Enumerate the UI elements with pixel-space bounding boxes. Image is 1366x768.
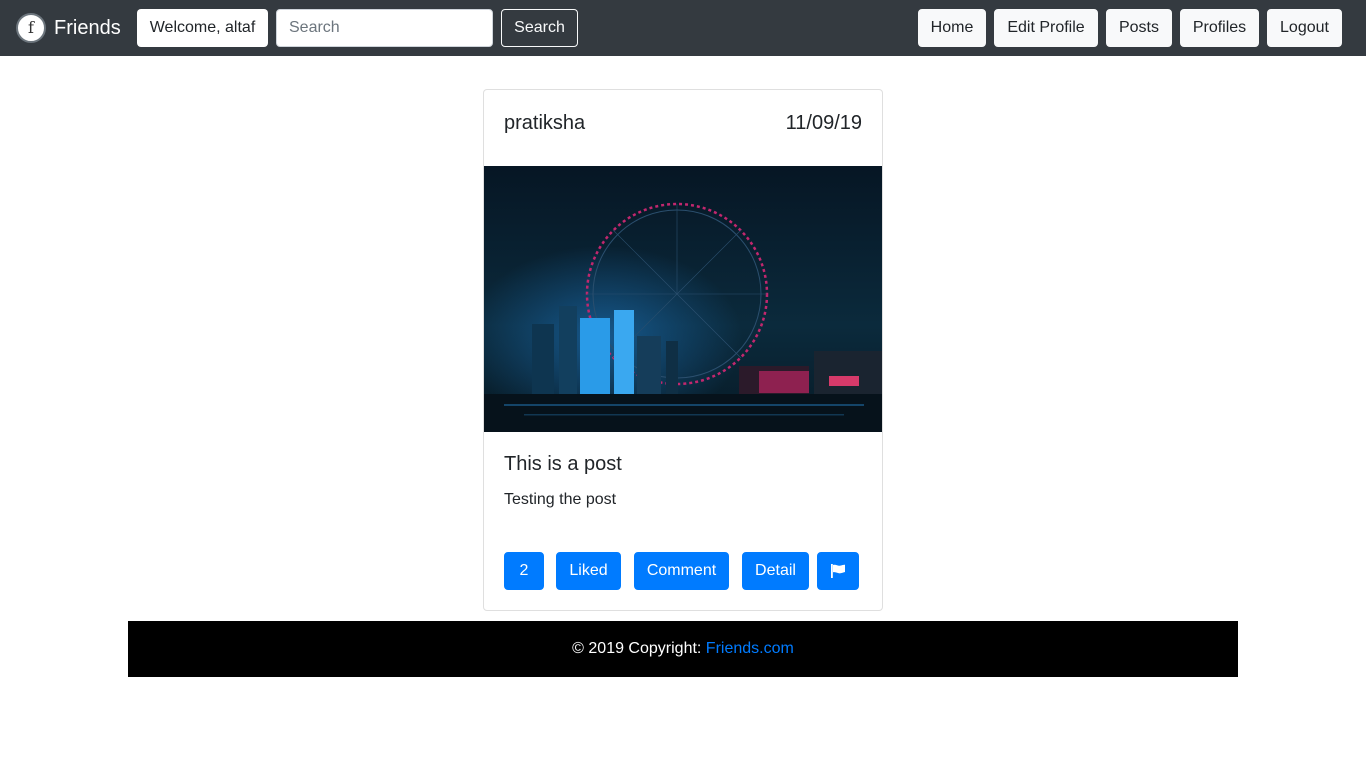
nav-profiles-button[interactable]: Profiles: [1180, 9, 1259, 47]
nav-logout-button[interactable]: Logout: [1267, 9, 1342, 47]
liked-button[interactable]: Liked: [556, 552, 621, 590]
post-title: This is a post: [504, 453, 622, 475]
detail-button[interactable]: Detail: [742, 552, 809, 590]
footer-link[interactable]: Friends.com: [706, 640, 794, 657]
navbar: f Friends Welcome, altaf Search Home Edi…: [0, 0, 1366, 56]
search-button[interactable]: Search: [501, 9, 578, 47]
search-input[interactable]: [276, 9, 493, 47]
footer: © 2019 Copyright: Friends.com: [128, 621, 1238, 677]
brand-link[interactable]: f Friends: [16, 13, 121, 43]
nav-home-button[interactable]: Home: [918, 9, 986, 47]
post-image: [484, 166, 882, 432]
post-card: pratiksha 11/09/19 This is a post Testin…: [483, 89, 883, 611]
post-author: pratiksha: [504, 112, 586, 134]
comment-button[interactable]: Comment: [634, 552, 729, 590]
friends-logo-icon: f: [16, 13, 46, 43]
nav-edit-profile-button[interactable]: Edit Profile: [994, 9, 1098, 47]
flag-icon: [831, 564, 845, 578]
post-date: 11/09/19: [785, 112, 862, 134]
brand-label: Friends: [54, 17, 121, 39]
like-count-button[interactable]: 2: [504, 552, 544, 590]
nav-posts-button[interactable]: Posts: [1106, 9, 1172, 47]
welcome-badge: Welcome, altaf: [137, 9, 268, 47]
post-body: Testing the post: [504, 491, 617, 508]
footer-copyright: © 2019 Copyright:: [572, 640, 706, 657]
report-flag-button[interactable]: [817, 552, 859, 590]
